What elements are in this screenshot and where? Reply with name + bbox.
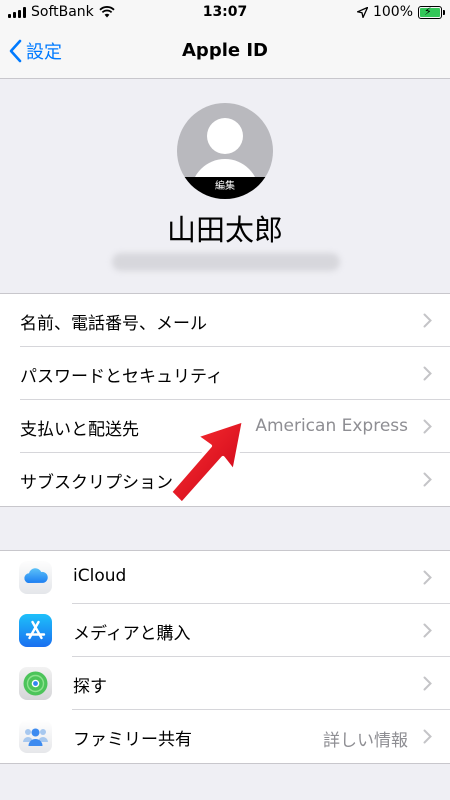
chevron-right-icon xyxy=(423,570,432,585)
row-icloud[interactable]: iCloud xyxy=(0,551,450,604)
location-icon xyxy=(356,6,368,18)
row-media-purchases[interactable]: メディアと購入 xyxy=(0,604,450,657)
row-label: 探す xyxy=(73,677,107,697)
find-my-icon xyxy=(19,667,52,700)
blurred-email xyxy=(112,253,340,271)
status-bar: SoftBank 13:07 100% ⚡ xyxy=(0,0,450,26)
page-title: Apple ID xyxy=(182,40,268,61)
red-arrow-annotation-icon xyxy=(168,418,246,506)
chevron-right-icon xyxy=(423,623,432,638)
chevron-right-icon xyxy=(423,313,432,328)
row-label: iCloud xyxy=(73,566,127,586)
profile-header: 編集 山田太郎 xyxy=(0,79,450,293)
row-value: American Express xyxy=(255,416,408,436)
family-sharing-icon xyxy=(19,720,52,753)
row-label: 支払いと配送先 xyxy=(20,420,139,440)
avatar-person-icon xyxy=(207,118,243,154)
battery-percent: 100% xyxy=(372,4,413,20)
row-family-sharing[interactable]: ファミリー共有 詳しい情報 xyxy=(0,710,450,763)
chevron-right-icon xyxy=(423,366,432,381)
navigation-bar: 設定 Apple ID xyxy=(0,26,450,79)
battery-charging-icon: ⚡ xyxy=(418,5,445,19)
row-label: サブスクリプション xyxy=(20,473,173,493)
avatar-edit-label[interactable]: 編集 xyxy=(177,177,273,199)
chevron-right-icon xyxy=(423,419,432,434)
row-label: ファミリー共有 xyxy=(73,730,192,750)
row-label: 名前、電話番号、メール xyxy=(20,314,207,334)
chevron-right-icon xyxy=(423,676,432,691)
row-name-phone-email[interactable]: 名前、電話番号、メール xyxy=(0,294,450,347)
app-store-icon xyxy=(19,614,52,647)
services-group: iCloud メディアと購入 探す ファミリー共有 詳しい情報 xyxy=(0,550,450,764)
chevron-right-icon xyxy=(423,729,432,744)
row-value: 詳しい情報 xyxy=(323,731,408,751)
icloud-icon xyxy=(19,561,52,594)
row-label: パスワードとセキュリティ xyxy=(20,367,223,387)
row-label: メディアと購入 xyxy=(73,624,191,644)
profile-name: 山田太郎 xyxy=(166,213,283,247)
row-password-security[interactable]: パスワードとセキュリティ xyxy=(0,347,450,400)
row-find-my[interactable]: 探す xyxy=(0,657,450,710)
avatar[interactable]: 編集 xyxy=(177,103,273,199)
chevron-right-icon xyxy=(423,472,432,487)
